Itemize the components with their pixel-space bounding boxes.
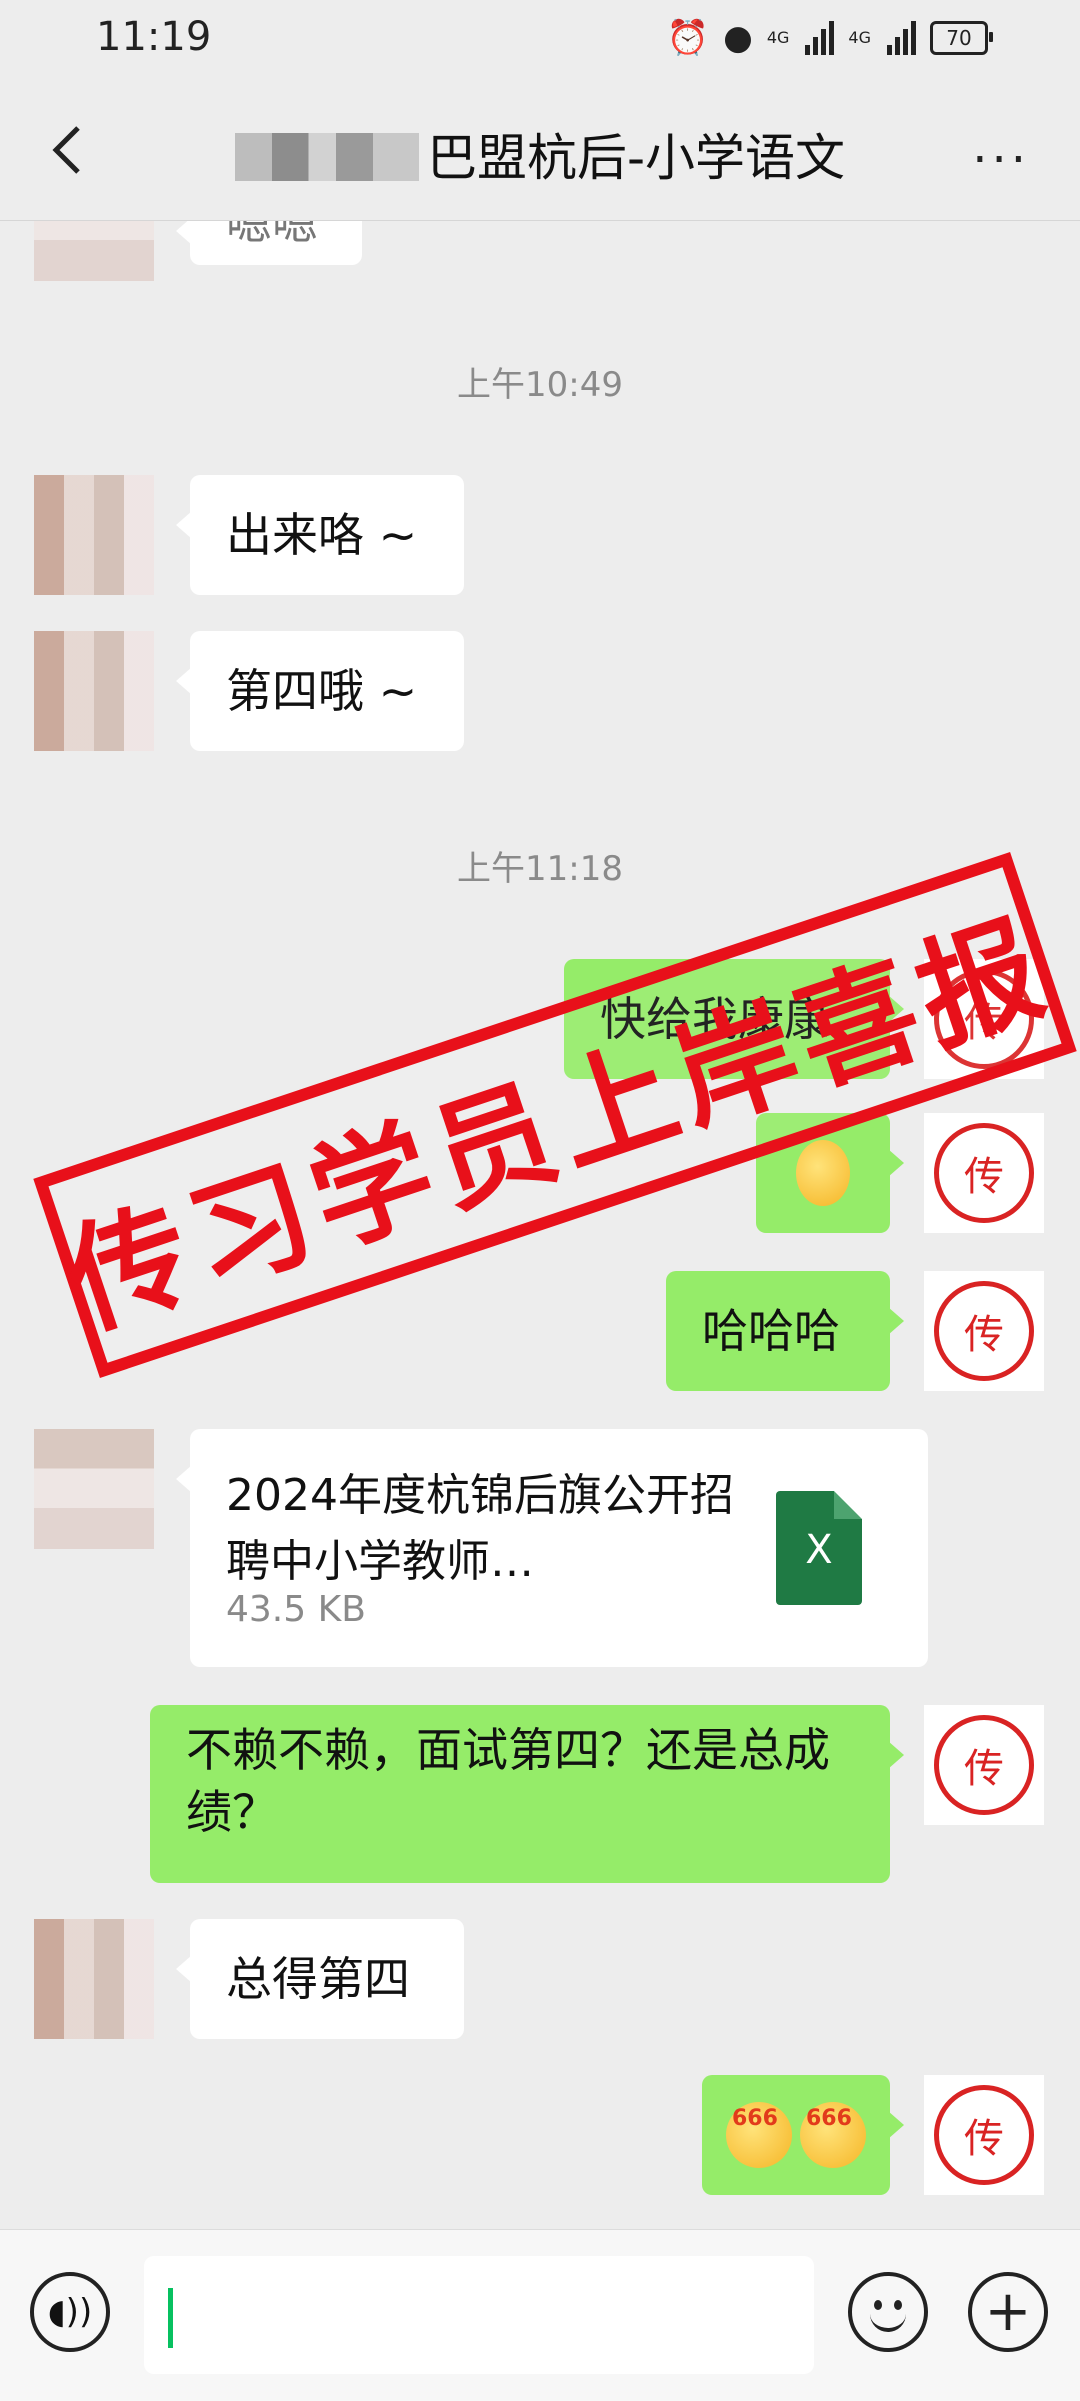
smiley-icon[interactable] [848,2272,928,2352]
avatar[interactable] [34,221,154,281]
seal-logo: 传 [934,1715,1034,1815]
chat-header: 巴盟杭后-小学语文 ··· [0,80,1080,221]
file-name: 2024年度杭锦后旗公开招聘中小学教师… [226,1470,734,1587]
message-input-field[interactable] [164,2276,788,2356]
more-button[interactable]: ··· [972,132,1030,188]
seal-logo: 传 [934,1281,1034,1381]
excel-letter: X [805,1527,833,1573]
message-bubble[interactable]: 总得第四 [176,1919,464,2039]
plus-icon[interactable]: + [968,2272,1048,2352]
avatar[interactable] [34,475,154,595]
chat-title: 巴盟杭后-小学语文 [0,118,1080,190]
blurred-name [234,133,419,181]
seal-logo: 传 [934,2085,1034,2185]
message-input[interactable] [144,2256,814,2374]
avatar[interactable] [34,631,154,751]
message-bubble[interactable]: 第四哦 ~ [176,631,464,751]
excel-file-icon: X [776,1491,862,1605]
avatar[interactable] [34,1919,154,2039]
input-bar: ◖)) + [0,2229,1080,2401]
network-type-1: 4G [766,28,790,47]
location-icon: ● [723,18,753,58]
chat-title-text: 巴盟杭后-小学语文 [426,129,846,187]
avatar-seal[interactable]: 传 [924,1113,1044,1233]
avatar-seal[interactable]: 传 [924,2075,1044,2195]
alarm-icon: ⏰ [666,18,710,58]
seal-logo: 传 [934,1123,1034,1223]
network-type-2: 4G [848,28,871,47]
avatar-seal[interactable]: 传 [924,1705,1044,1825]
avatar-seal[interactable]: 传 [924,1271,1044,1391]
message-bubble[interactable]: 哈哈哈 [666,1271,904,1391]
avatar[interactable] [34,1429,154,1549]
signal-icon [805,21,835,55]
status-icons: ⏰ ● 4G 4G 70 [666,18,993,58]
timestamp: 上午10:49 [457,365,623,405]
emoji-666-icon: 666 [726,2102,792,2168]
status-bar: 11:19 ⏰ ● 4G 4G 70 [0,0,1080,80]
emoji-666-icon: 666 [800,2102,866,2168]
message-bubble[interactable]: 出来咯 ~ [176,475,464,595]
voice-icon[interactable]: ◖)) [30,2272,110,2352]
message-bubble[interactable]: 嗯嗯 [176,221,362,265]
file-message[interactable]: 2024年度杭锦后旗公开招聘中小学教师… 43.5 KB X [176,1429,928,1667]
file-size: 43.5 KB [226,1589,366,1630]
emoji-icon [796,1140,850,1206]
emoji-bubble[interactable]: 666 666 [702,2075,904,2195]
emoji-caption: 666 [806,2106,852,2131]
signal-icon-2 [887,21,916,55]
status-time: 11:19 [96,14,212,60]
emoji-caption: 666 [732,2106,778,2131]
battery-icon: 70 [930,21,993,55]
message-bubble[interactable]: 不赖不赖，面试第四？还是总成绩？ [150,1705,904,1883]
